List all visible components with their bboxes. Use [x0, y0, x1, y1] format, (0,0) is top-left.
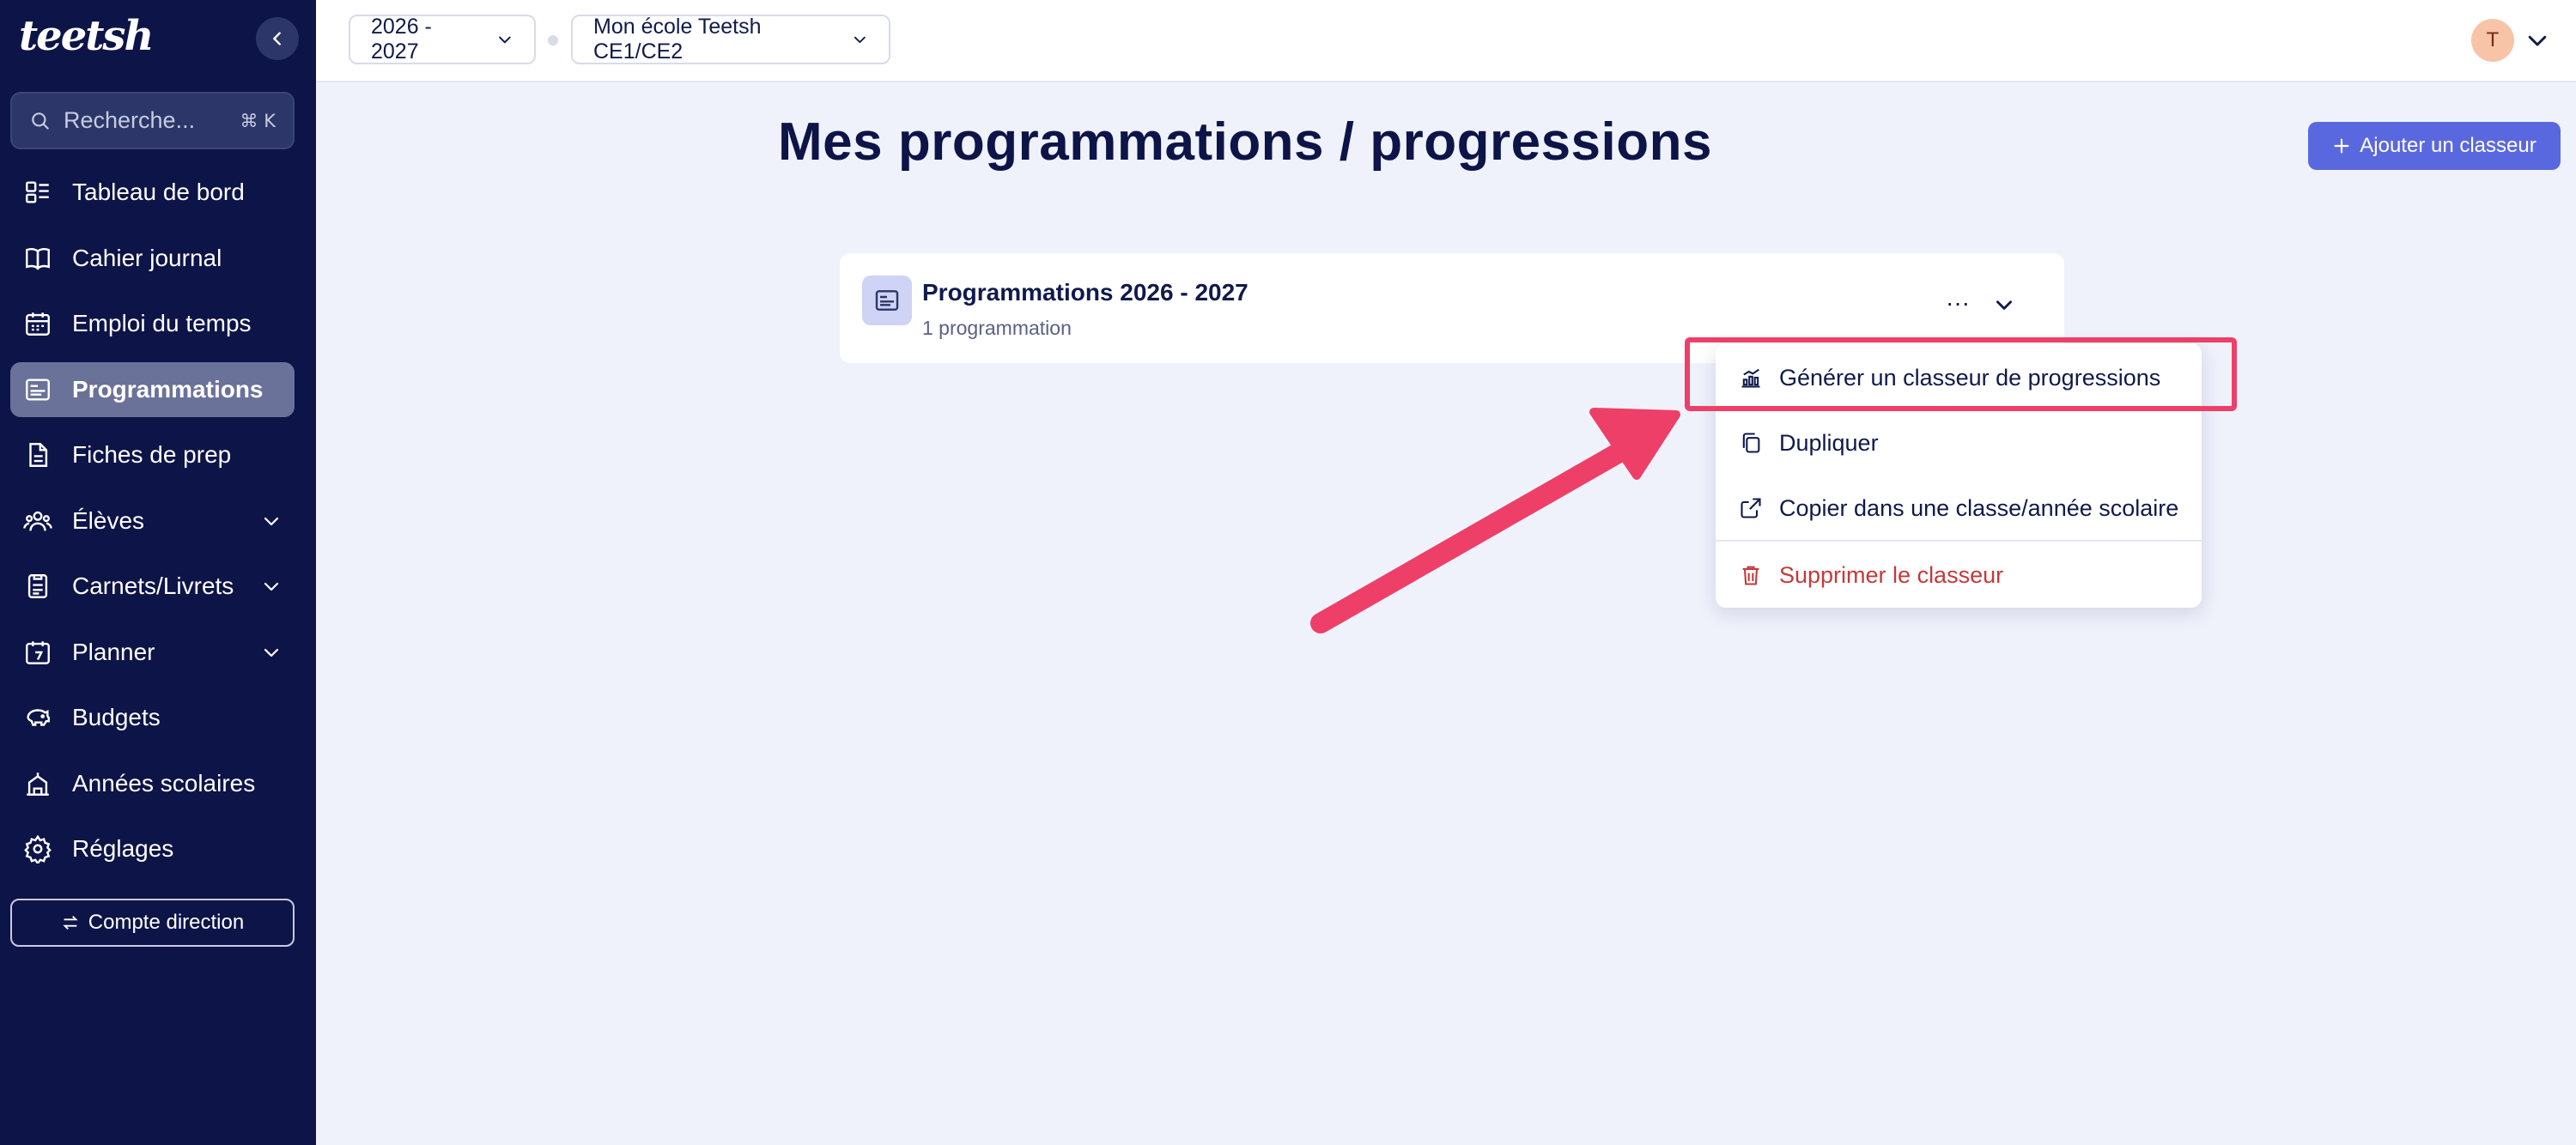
class-select-value: Mon école Teetsh CE1/CE2: [593, 15, 762, 64]
more-options-label: ···: [1946, 289, 1970, 316]
year-select-value: 2026 - 2027: [371, 15, 432, 64]
class-select[interactable]: Mon école Teetsh CE1/CE2: [571, 15, 890, 64]
menu-item-dupliquer[interactable]: Dupliquer: [1716, 410, 2202, 476]
sidebar-item-annees-scolaires[interactable]: Années scolaires: [10, 756, 295, 811]
avatar-initial: T: [2486, 28, 2500, 51]
piggy-bank-icon: [22, 702, 53, 733]
school-icon: [22, 768, 53, 799]
sidebar-item-label: Réglages: [72, 835, 174, 862]
external-link-icon: [1738, 495, 1764, 521]
programmation-icon: [862, 276, 912, 325]
collapse-sidebar-button[interactable]: [256, 17, 299, 60]
gear-icon: [22, 833, 53, 864]
sidebar-item-fiches-de-prep[interactable]: Fiches de prep: [10, 427, 295, 482]
chevron-down-icon: [1996, 300, 2012, 310]
copy-icon: [1738, 430, 1764, 456]
sidebar-item-eleves[interactable]: Élèves: [10, 494, 295, 548]
menu-item-supprimer-classeur[interactable]: Supprimer le classeur: [1716, 542, 2202, 608]
chevron-down-icon[interactable]: [2524, 27, 2550, 53]
classeur-title: Programmations 2026 - 2027: [922, 279, 1249, 306]
chevron-down-icon: [854, 36, 866, 44]
trash-icon: [1738, 562, 1764, 588]
chevron-down-icon[interactable]: [258, 639, 284, 665]
sidebar-item-reglages[interactable]: Réglages: [10, 821, 295, 876]
document-icon: [22, 439, 53, 470]
add-classeur-label: Ajouter un classeur: [2360, 134, 2537, 157]
chevron-down-icon: [499, 36, 511, 44]
notebook-icon: [22, 571, 53, 602]
sidebar-item-label: Années scolaires: [72, 769, 256, 797]
sidebar-item-label: Élèves: [72, 506, 145, 534]
sidebar-item-tableau-de-bord[interactable]: Tableau de bord: [10, 165, 295, 220]
search-input[interactable]: Recherche... ⌘ K: [10, 92, 295, 149]
menu-item-copier-classe[interactable]: Copier dans une classe/année scolaire: [1716, 476, 2202, 541]
chevron-left-icon: [273, 32, 281, 45]
search-icon: [32, 112, 49, 130]
planner-icon: [22, 637, 53, 668]
classeur-subtitle: 1 programmation: [922, 317, 1072, 339]
menu-item-label: Copier dans une classe/année scolaire: [1779, 494, 2179, 521]
sidebar-item-label: Emploi du temps: [72, 310, 252, 336]
menu-item-label: Dupliquer: [1779, 429, 1879, 456]
students-icon: [22, 506, 53, 536]
more-options-button[interactable]: ···: [1941, 288, 1975, 318]
top-bar: 2026 - 2027 Mon école Teetsh CE1/CE2 T: [316, 0, 2576, 82]
sidebar-item-planner[interactable]: Planner: [10, 625, 295, 680]
menu-item-label: Supprimer le classeur: [1779, 561, 2004, 588]
sidebar: teetsh Recherche... ⌘ K Tableau de bord …: [0, 0, 316, 1145]
sidebar-item-label: Budgets: [72, 704, 161, 730]
compte-direction-button[interactable]: Compte direction: [10, 899, 295, 947]
calendar-icon: [22, 308, 53, 339]
avatar[interactable]: T: [2471, 19, 2514, 62]
teetsh-logo[interactable]: teetsh: [19, 12, 154, 60]
dashboard-icon: [22, 177, 53, 208]
programmation-icon: [22, 374, 53, 405]
logo-text: teetsh: [19, 12, 154, 60]
chevron-down-icon[interactable]: [258, 573, 284, 599]
add-classeur-button[interactable]: Ajouter un classeur: [2308, 122, 2561, 170]
chevron-down-icon[interactable]: [258, 508, 284, 534]
sidebar-item-label: Planner: [72, 638, 155, 665]
menu-divider: [1716, 540, 2202, 542]
sidebar-item-carnets-livrets[interactable]: Carnets/Livrets: [10, 559, 295, 614]
sidebar-nav: Tableau de bord Cahier journal Emploi du…: [10, 165, 295, 888]
compte-direction-label: Compte direction: [88, 911, 245, 934]
search-shortcut: ⌘ K: [240, 110, 276, 131]
sidebar-item-cahier-journal[interactable]: Cahier journal: [10, 231, 295, 286]
switch-arrows-icon: [63, 916, 78, 930]
book-icon: [22, 243, 53, 274]
sidebar-item-label: Fiches de prep: [72, 441, 232, 468]
page-title: Mes programmations / progressions: [778, 112, 1712, 172]
sidebar-item-budgets[interactable]: Budgets: [10, 690, 295, 745]
separator-dot: [548, 35, 558, 45]
sidebar-item-emploi-du-temps[interactable]: Emploi du temps: [10, 296, 295, 351]
highlight-box: [1685, 337, 2237, 411]
sidebar-item-label: Cahier journal: [72, 244, 222, 271]
sidebar-item-label: Tableau de bord: [72, 179, 245, 205]
expand-classeur-button[interactable]: [1987, 288, 2021, 322]
sidebar-item-label: Programmations: [72, 375, 264, 403]
year-select[interactable]: 2026 - 2027: [349, 15, 536, 64]
plus-icon: [2334, 138, 2349, 154]
search-placeholder: Recherche...: [64, 107, 196, 133]
sidebar-item-label: Carnets/Livrets: [72, 572, 234, 599]
sidebar-item-programmations[interactable]: Programmations: [10, 361, 295, 417]
